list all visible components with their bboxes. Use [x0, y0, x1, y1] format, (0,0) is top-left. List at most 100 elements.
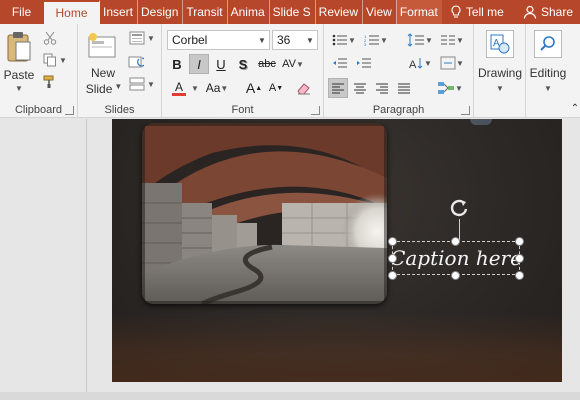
section-button[interactable]: ▼	[128, 76, 156, 92]
tab-view[interactable]: View	[362, 0, 396, 24]
increase-indent-icon	[357, 58, 371, 68]
italic-button[interactable]: I	[189, 54, 209, 74]
new-slide-button[interactable]	[86, 30, 118, 60]
resize-handle-top-left[interactable]	[388, 237, 397, 246]
tab-file[interactable]: File	[0, 0, 44, 24]
reset-slide-button[interactable]	[128, 54, 144, 70]
clipboard-icon	[7, 32, 31, 62]
grow-font-button[interactable]: A ▲	[244, 78, 264, 98]
share-button[interactable]: Share	[520, 0, 580, 24]
scissors-icon	[43, 31, 57, 45]
resize-handle-bottom[interactable]	[451, 271, 460, 280]
person-icon	[523, 5, 537, 19]
collapse-ribbon-icon[interactable]: ⌃	[570, 102, 580, 114]
align-right-button[interactable]	[372, 78, 392, 98]
section-icon	[129, 77, 145, 91]
tab-transitions[interactable]: Transit	[182, 0, 226, 24]
text-direction-icon: A	[409, 58, 423, 70]
numbering-button[interactable]: 123 ▼	[362, 32, 390, 48]
shadow-button[interactable]: S	[233, 54, 253, 74]
resize-handle-bottom-left[interactable]	[388, 271, 397, 280]
align-left-icon	[332, 83, 344, 94]
increase-indent-button[interactable]	[354, 55, 374, 71]
drawing-dropdown-icon[interactable]: ▼	[474, 84, 526, 93]
character-spacing-button[interactable]: AV ▼	[281, 54, 305, 74]
decrease-indent-icon	[333, 58, 347, 68]
tab-review[interactable]: Review	[314, 0, 362, 24]
font-size-dropdown-icon[interactable]: ▼	[303, 31, 317, 49]
text-direction-dropdown-icon: ▼	[424, 58, 432, 68]
justify-button[interactable]	[394, 78, 414, 98]
tell-me-search[interactable]: Tell me	[442, 0, 508, 24]
align-center-button[interactable]	[350, 78, 370, 98]
strikethrough-button[interactable]: abc	[255, 54, 279, 74]
columns-button[interactable]: ▼	[438, 32, 466, 48]
editing-button[interactable]	[534, 30, 562, 58]
caption-textbox[interactable]: Caption here	[390, 241, 522, 275]
paragraph-launcher-icon[interactable]	[461, 106, 470, 115]
paragraph-group-label: Paragraph	[372, 104, 425, 116]
font-color-dropdown-icon[interactable]: ▼	[191, 78, 199, 98]
tab-insert[interactable]: Insert	[100, 0, 137, 24]
bold-button[interactable]: B	[167, 54, 187, 74]
clear-formatting-button[interactable]	[294, 78, 314, 98]
tab-animations[interactable]: Anima	[226, 0, 269, 24]
columns-dropdown-icon: ▼	[456, 35, 464, 45]
layout-dropdown-icon: ▼	[147, 33, 155, 43]
bullets-icon	[332, 34, 348, 46]
underline-button[interactable]: U	[211, 54, 231, 74]
tab-home[interactable]: Home	[44, 0, 100, 24]
resize-handle-right[interactable]	[515, 254, 524, 263]
align-text-button[interactable]: ▼	[438, 55, 466, 71]
editing-dropdown-icon[interactable]: ▼	[526, 84, 570, 93]
resize-handle-top[interactable]	[451, 237, 460, 246]
magnifier-icon	[540, 36, 555, 51]
horizontal-scrollbar[interactable]	[0, 392, 580, 400]
change-case-button[interactable]: Aa ▼	[202, 78, 232, 98]
resize-handle-left[interactable]	[388, 254, 397, 263]
resize-handle-top-right[interactable]	[515, 237, 524, 246]
layout-button[interactable]: ▼	[128, 30, 156, 46]
shrink-font-label: A	[268, 82, 277, 94]
font-size-field[interactable]: 36 ▼	[272, 30, 318, 50]
tab-slideshow[interactable]: Slide S	[268, 0, 315, 24]
tunnel-photo-image	[142, 123, 387, 304]
cut-button[interactable]	[42, 30, 58, 46]
convert-smartart-button[interactable]: ▼	[434, 78, 466, 98]
grow-font-label: A	[245, 80, 256, 96]
font-name-field[interactable]: Corbel ▼	[167, 30, 270, 50]
resize-handle-bottom-right[interactable]	[515, 271, 524, 280]
tunnel-photo[interactable]	[142, 123, 387, 304]
format-painter-button[interactable]	[42, 74, 58, 90]
caption-text[interactable]: Caption here	[390, 246, 522, 270]
font-launcher-icon[interactable]	[311, 106, 320, 115]
paste-dropdown-icon[interactable]: ▼	[12, 84, 26, 93]
line-spacing-button[interactable]: ▼	[404, 32, 436, 48]
rotate-handle-icon[interactable]	[448, 197, 470, 219]
font-color-button[interactable]: A	[167, 78, 191, 98]
slide-thumbnail-pane[interactable]	[0, 119, 87, 400]
paintbrush-icon	[43, 75, 54, 88]
drawing-button[interactable]: A	[486, 30, 514, 58]
new-slide-dropdown-icon[interactable]: ▼	[114, 82, 122, 96]
ribbon: Paste ▼ ▼ Clipboard New Slide ▼ ▼ ▼ Slid…	[0, 24, 580, 118]
tab-design[interactable]: Design	[137, 0, 182, 24]
align-right-icon	[376, 83, 388, 94]
shrink-font-button[interactable]: A ▼	[266, 78, 286, 98]
decrease-indent-button[interactable]	[330, 55, 350, 71]
tab-format[interactable]: Format	[395, 0, 442, 24]
bullets-button[interactable]: ▼	[330, 32, 358, 48]
editor-area: Caption here	[0, 119, 580, 400]
align-left-button[interactable]	[328, 78, 348, 98]
font-name-dropdown-icon[interactable]: ▼	[255, 31, 269, 49]
svg-text:A: A	[409, 59, 417, 70]
numbering-icon: 123	[364, 34, 380, 47]
slide-canvas[interactable]: Caption here	[112, 119, 562, 382]
copy-button[interactable]: ▼	[42, 52, 68, 68]
new-slide-icon	[88, 33, 116, 58]
layout-icon	[129, 31, 145, 45]
clipboard-launcher-icon[interactable]	[65, 106, 74, 115]
paste-button[interactable]	[4, 30, 34, 64]
text-direction-button[interactable]: A ▼	[404, 55, 436, 71]
font-group-label: Font	[231, 104, 254, 116]
